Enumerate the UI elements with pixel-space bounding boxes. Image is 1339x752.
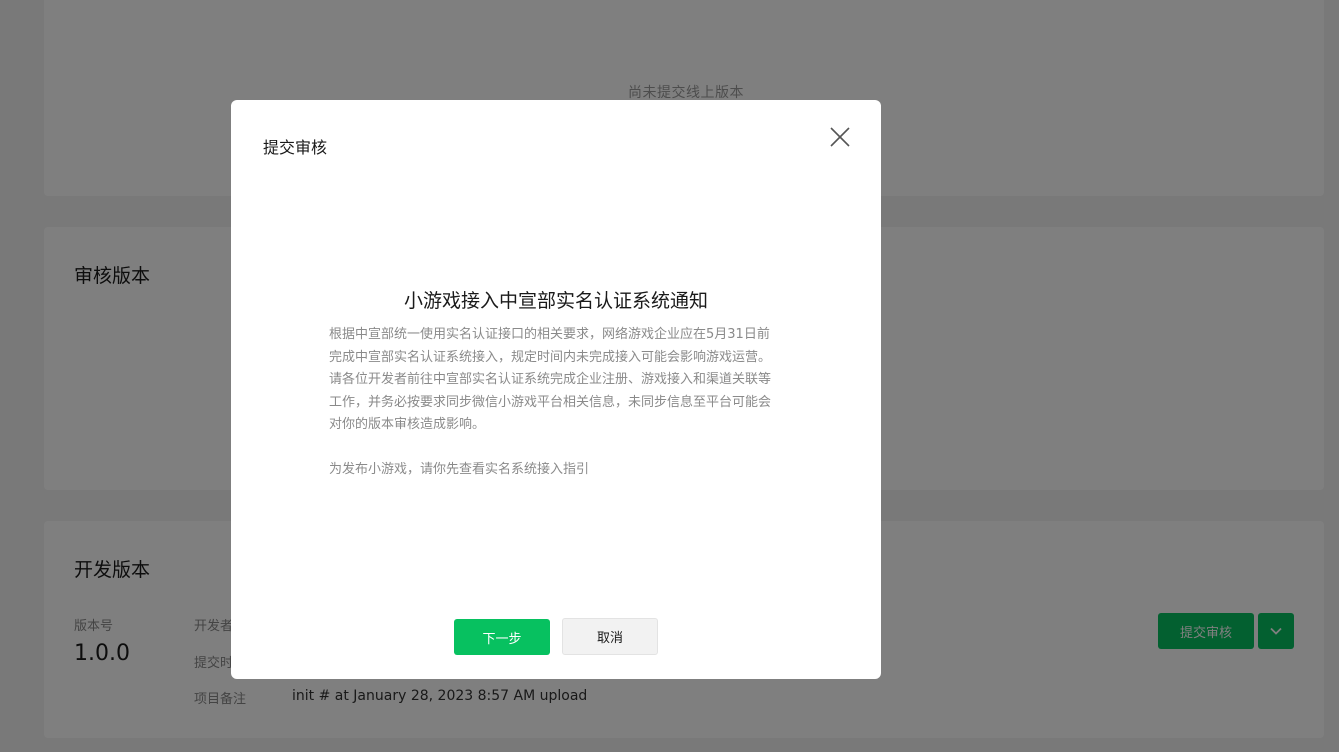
notice-paragraph-3: 为发布小游戏，请你先查看实名系统接入指引 (329, 461, 590, 477)
dialog-title: 提交审核 (263, 138, 328, 157)
close-button[interactable] (827, 124, 853, 150)
next-step-button[interactable]: 下一步 (454, 619, 550, 655)
notice-heading: 小游戏接入中宣部实名认证系统通知 (403, 290, 708, 312)
notice-paragraph-1: 根据中宣部统一使用实名认证接口的相关要求，网络游戏企业应在5月31日前完成中宣部… (329, 327, 772, 365)
cancel-button[interactable]: 取消 (562, 618, 658, 655)
notice-paragraph-2: 请各位开发者前往中宣部实名认证系统完成企业注册、游戏接入和渠道关联等工作，并务必… (329, 372, 772, 432)
submit-review-dialog: 提交审核 小游戏接入中宣部实名认证系统通知 根据中宣部统一使用实名认证接口的相关… (231, 100, 881, 679)
close-icon (830, 127, 850, 147)
notice-body: 根据中宣部统一使用实名认证接口的相关要求，网络游戏企业应在5月31日前完成中宣部… (329, 324, 781, 481)
